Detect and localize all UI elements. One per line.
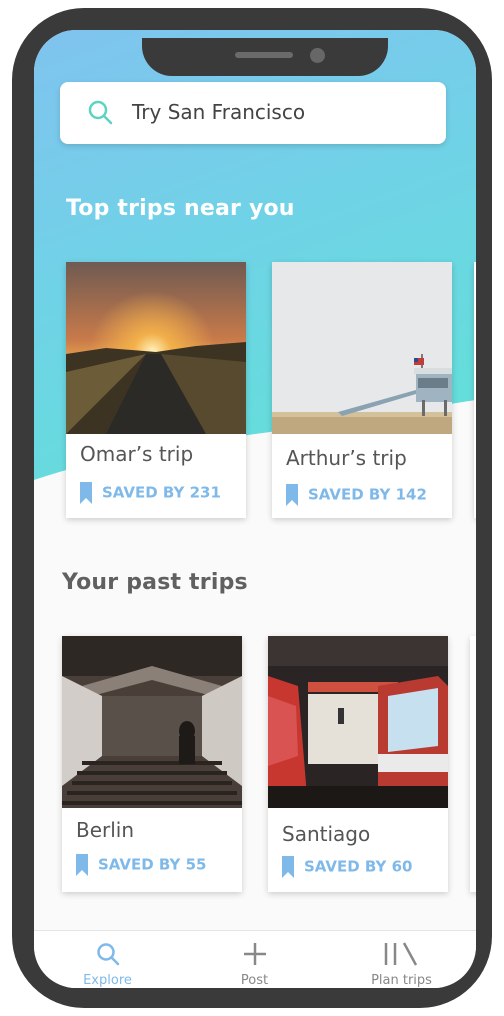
search-icon: [88, 100, 113, 125]
search-bar[interactable]: Try San Francisco: [60, 82, 446, 144]
tab-label: Explore: [83, 973, 132, 988]
trip-photo-train-station: [268, 636, 448, 808]
saved-count: SAVED BY 55: [76, 854, 207, 876]
saved-count: SAVED BY 231: [80, 482, 221, 504]
top-trips-title: Top trips near you: [66, 196, 295, 221]
trip-card[interactable]: Berlin SAVED BY 55: [62, 636, 242, 892]
library-icon: [384, 942, 417, 966]
speaker: [235, 52, 293, 58]
trip-photo-subway-stairs: [62, 636, 242, 808]
bookmark-icon: [286, 484, 298, 506]
screen: Try San Francisco Top trips near you Oma…: [34, 30, 476, 988]
camera: [310, 48, 325, 63]
trip-name: Santiago: [282, 822, 371, 846]
trip-photo-sunset-road: [66, 262, 246, 434]
bookmark-icon: [80, 482, 92, 504]
plus-icon: [243, 943, 266, 965]
trip-photo-lifeguard-tower: [272, 262, 452, 434]
trip-name: Arthur’s trip: [286, 446, 407, 470]
bookmark-icon: [282, 856, 294, 878]
past-trips-title: Your past trips: [62, 570, 248, 595]
tab-explore[interactable]: Explore: [34, 931, 181, 988]
tab-bar: Explore Post Plan trips: [34, 930, 476, 988]
trip-card-peek[interactable]: [474, 262, 476, 518]
tab-label: Plan trips: [371, 973, 432, 988]
search-icon: [96, 943, 119, 966]
bookmark-icon: [76, 854, 88, 876]
trip-card-peek[interactable]: [470, 636, 476, 892]
notch: [142, 38, 388, 76]
tab-post[interactable]: Post: [181, 931, 328, 988]
tab-label: Post: [240, 973, 269, 988]
trip-card[interactable]: Arthur’s trip SAVED BY 142: [272, 262, 452, 518]
trip-card[interactable]: Santiago SAVED BY 60: [268, 636, 448, 892]
search-input[interactable]: Try San Francisco: [132, 100, 305, 124]
trip-name: Berlin: [76, 818, 135, 842]
saved-count: SAVED BY 60: [282, 856, 413, 878]
saved-count: SAVED BY 142: [286, 484, 427, 506]
trip-card[interactable]: Omar’s trip SAVED BY 231: [66, 262, 246, 518]
tab-plan-trips[interactable]: Plan trips: [328, 931, 475, 988]
trip-name: Omar’s trip: [80, 442, 194, 466]
